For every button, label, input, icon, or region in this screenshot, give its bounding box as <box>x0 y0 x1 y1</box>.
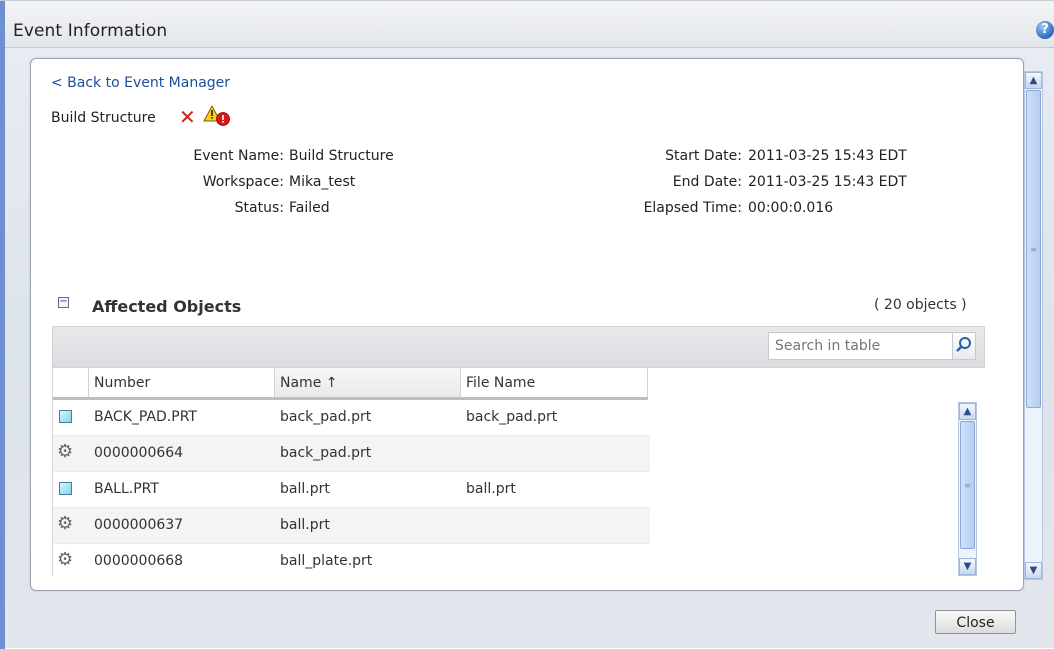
event-heading: Build Structure <box>51 110 156 126</box>
table-scroll-thumb[interactable]: ≡ <box>960 421 975 549</box>
table-scroll-down-icon[interactable]: ▼ <box>959 558 976 575</box>
magnifier-icon <box>956 337 971 352</box>
event-information-window: Event Information ? ▲ ≡ ▼ < Back to Even… <box>0 0 1054 649</box>
cell-number: 0000000668 <box>94 553 184 569</box>
cell-number: BACK_PAD.PRT <box>94 409 197 425</box>
status-value: Failed <box>289 200 330 216</box>
table-scroll-up-icon[interactable]: ▲ <box>959 403 976 420</box>
start-date-label: Start Date: <box>665 148 742 164</box>
window-title: Event Information <box>13 21 168 41</box>
cell-name: back_pad.prt <box>280 445 372 461</box>
table-row[interactable]: BACK_PAD.PRT back_pad.prt back_pad.prt <box>53 400 650 436</box>
elapsed-time-value: 00:00:0.016 <box>748 200 834 216</box>
table-row[interactable]: ⚙ 0000000664 back_pad.prt <box>53 436 650 472</box>
cell-file-name: back_pad.prt <box>466 409 558 425</box>
window-left-rail <box>0 1 5 649</box>
table-row[interactable]: ⚙ 0000000668 ball_plate.prt <box>53 544 650 576</box>
event-name-label: Event Name: <box>193 148 284 164</box>
gear-icon: ⚙ <box>57 441 74 462</box>
object-count: ( 20 objects ) <box>874 297 967 313</box>
scroll-thumb[interactable]: ≡ <box>1026 90 1041 408</box>
failed-x-icon: ✕ <box>179 105 196 129</box>
search-in-table-input[interactable] <box>768 332 953 360</box>
collapse-toggle-icon[interactable]: − <box>58 297 69 308</box>
gear-icon: ⚙ <box>57 549 74 570</box>
cell-name: ball_plate.prt <box>280 553 373 569</box>
start-date-value: 2011-03-25 15:43 EDT <box>748 148 907 164</box>
cell-number: 0000000637 <box>94 517 184 533</box>
cell-name: ball.prt <box>280 517 330 533</box>
table-empty-area <box>650 398 986 576</box>
cell-name: back_pad.prt <box>280 409 372 425</box>
back-to-event-manager-link[interactable]: < Back to Event Manager <box>51 75 230 91</box>
search-button[interactable] <box>952 332 976 360</box>
workspace-label: Workspace: <box>202 174 284 190</box>
column-header-name[interactable]: Name ↑ <box>275 368 461 398</box>
gear-icon: ⚙ <box>57 513 74 534</box>
title-bar: Event Information <box>5 1 1054 48</box>
cell-file-name: ball.prt <box>466 481 516 497</box>
part-cube-icon <box>59 482 72 495</box>
close-button[interactable]: Close <box>935 610 1016 634</box>
part-cube-icon <box>59 410 72 423</box>
column-header-number[interactable]: Number <box>89 368 275 398</box>
affected-objects-table: Number Name ↑ File Name BACK_PAD.PRT bac… <box>52 368 986 576</box>
table-row[interactable]: BALL.PRT ball.prt ball.prt <box>53 472 650 508</box>
cell-number: 0000000664 <box>94 445 184 461</box>
end-date-value: 2011-03-25 15:43 EDT <box>748 174 907 190</box>
panel-scrollbar[interactable]: ▲ ≡ ▼ <box>1024 71 1043 580</box>
affected-objects-title: Affected Objects <box>92 297 242 316</box>
scroll-down-icon[interactable]: ▼ <box>1025 562 1042 579</box>
table-row[interactable]: ⚙ 0000000637 ball.prt <box>53 508 650 544</box>
table-scrollbar[interactable]: ▲ ≡ ▼ <box>958 402 977 576</box>
workspace-value: Mika_test <box>289 174 356 190</box>
help-icon[interactable]: ? <box>1036 21 1054 39</box>
cell-number: BALL.PRT <box>94 481 159 497</box>
status-label: Status: <box>234 200 284 216</box>
cell-name: ball.prt <box>280 481 330 497</box>
warning-error-icon <box>203 105 230 126</box>
end-date-label: End Date: <box>672 174 742 190</box>
scroll-up-icon[interactable]: ▲ <box>1025 72 1042 89</box>
column-header-icon <box>53 368 89 398</box>
event-name-value: Build Structure <box>289 148 394 164</box>
column-header-file-name[interactable]: File Name <box>461 368 648 398</box>
elapsed-time-label: Elapsed Time: <box>643 200 742 216</box>
